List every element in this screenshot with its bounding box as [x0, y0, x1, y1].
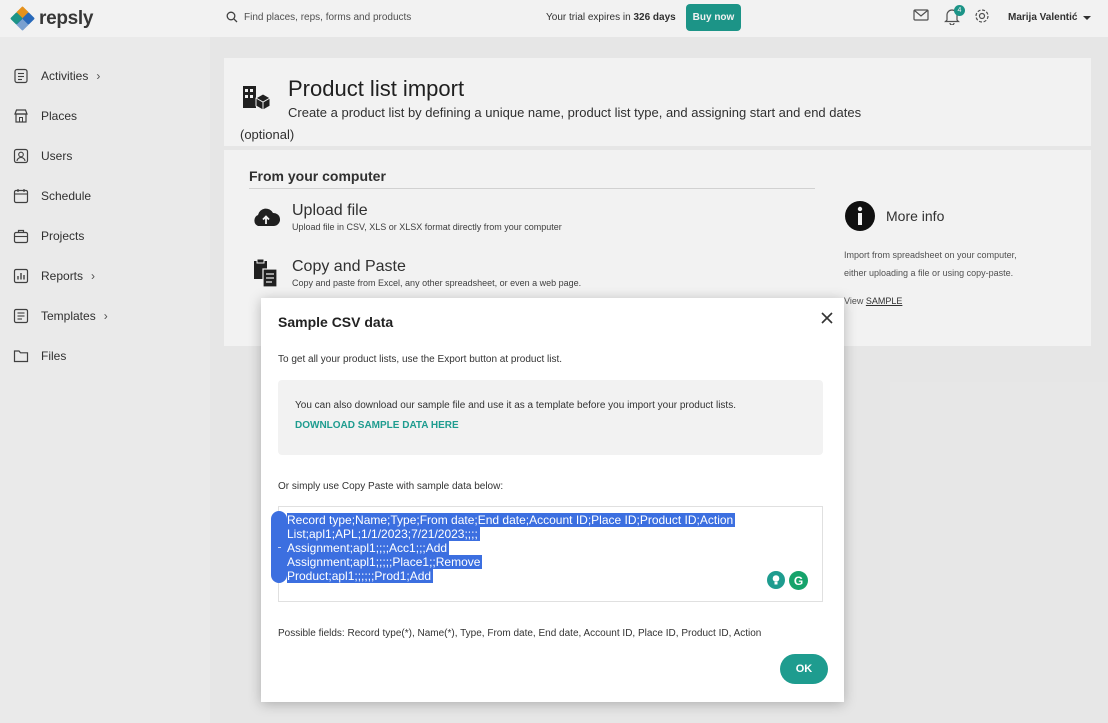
sample-data-lines: Record type;Name;Type;From date;End date…: [287, 513, 736, 583]
selection-handle[interactable]: [271, 511, 287, 583]
copy-paste-intro: Or simply use Copy Paste with sample dat…: [278, 481, 504, 492]
sample-line: Assignment;apl1;;;;Acc1;;;Add: [287, 541, 450, 555]
close-icon[interactable]: [818, 309, 836, 327]
download-info-box: You can also download our sample file an…: [278, 380, 823, 455]
sample-line: Record type;Name;Type;From date;End date…: [287, 513, 736, 527]
ok-button[interactable]: OK: [780, 654, 828, 684]
possible-fields: Possible fields: Record type(*), Name(*)…: [278, 628, 762, 639]
grammarly-widget[interactable]: G: [767, 571, 808, 590]
sample-line: Product;apl1;;;;;;Prod1;Add: [287, 569, 434, 583]
modal-intro: To get all your product lists, use the E…: [278, 354, 563, 365]
download-info-text: You can also download our sample file an…: [295, 400, 736, 411]
sample-data-textarea[interactable]: Record type;Name;Type;From date;End date…: [271, 506, 823, 602]
sample-csv-modal: Sample CSV data To get all your product …: [261, 298, 844, 702]
sample-line: Assignment;apl1;;;;;Place1;;Remove: [287, 555, 483, 569]
modal-title: Sample CSV data: [278, 314, 394, 330]
lightbulb-icon[interactable]: [767, 571, 785, 589]
download-sample-link[interactable]: DOWNLOAD SAMPLE DATA HERE: [295, 420, 459, 431]
grammarly-icon[interactable]: G: [789, 571, 808, 590]
sample-line: List;apl1;APL;1/1/2023;7/21/2023;;;;: [287, 527, 480, 541]
